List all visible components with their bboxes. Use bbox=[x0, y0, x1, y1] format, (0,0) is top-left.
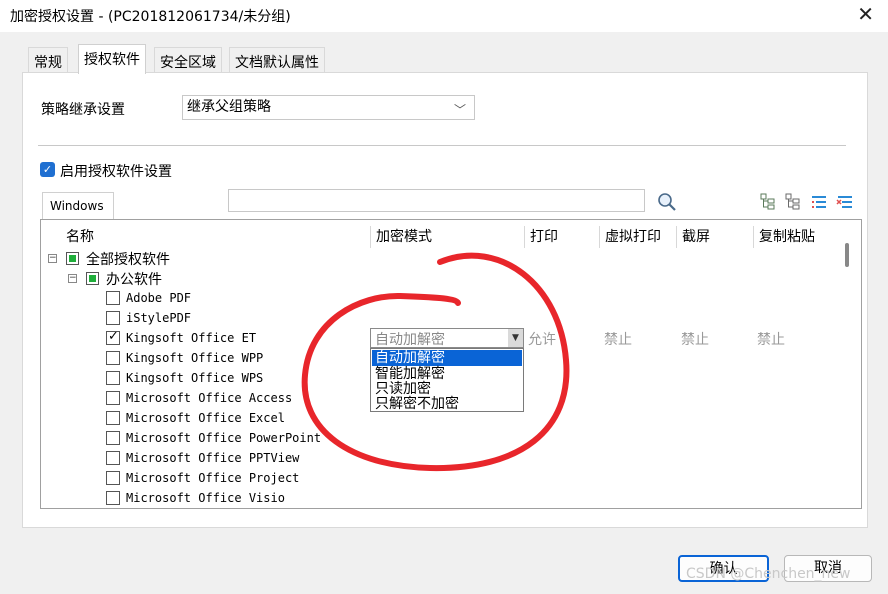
title-bar: 加密授权设置 - (PC201812061734/未分组) ✕ bbox=[0, 0, 888, 32]
app-name: Kingsoft Office WPS bbox=[126, 371, 264, 385]
app-checkbox[interactable] bbox=[106, 451, 120, 465]
collapse-all-icon[interactable] bbox=[784, 193, 802, 211]
encrypt-mode-select[interactable]: 自动加解密 ▼ bbox=[370, 328, 524, 348]
watermark: CSDN @Chenchen_new bbox=[686, 566, 851, 582]
column-encrypt-mode[interactable]: 加密模式 bbox=[370, 226, 432, 248]
virtual-print-cell[interactable]: 禁止 bbox=[604, 329, 632, 349]
app-name: Microsoft Office PowerPoint bbox=[126, 431, 322, 445]
column-virtual-print[interactable]: 虚拟打印 bbox=[599, 226, 661, 248]
app-name: Microsoft Office Project bbox=[126, 471, 300, 485]
app-name: Microsoft Office PPTView bbox=[126, 451, 300, 465]
print-cell[interactable]: 允许 bbox=[528, 329, 556, 349]
encrypt-mode-dropdown: 自动加解密 智能加解密 只读加密 只解密不加密 bbox=[370, 348, 524, 412]
app-name: Kingsoft Office WPP bbox=[126, 351, 264, 365]
tree-group-label: 办公软件 bbox=[106, 272, 162, 288]
add-item-icon[interactable] bbox=[810, 193, 828, 211]
search-input[interactable] bbox=[228, 189, 645, 212]
divider bbox=[38, 145, 846, 146]
copy-paste-cell[interactable]: 禁止 bbox=[757, 329, 785, 349]
app-checkbox[interactable] bbox=[106, 329, 120, 345]
app-checkbox[interactable] bbox=[106, 471, 120, 485]
vertical-scrollbar[interactable] bbox=[845, 243, 849, 267]
app-checkbox[interactable] bbox=[106, 431, 120, 445]
app-checkbox[interactable] bbox=[106, 351, 120, 365]
screenshot-cell[interactable]: 禁止 bbox=[681, 329, 709, 349]
app-name: Adobe PDF bbox=[126, 291, 192, 305]
group-checkbox[interactable] bbox=[86, 272, 99, 285]
encrypt-mode-value: 自动加解密 bbox=[375, 332, 445, 348]
app-checkbox[interactable] bbox=[106, 291, 120, 305]
remove-item-icon[interactable] bbox=[836, 193, 854, 211]
window-title: 加密授权设置 - (PC201812061734/未分组) bbox=[10, 9, 291, 25]
tree-root-label: 全部授权软件 bbox=[86, 252, 170, 268]
chevron-down-icon[interactable]: ▼ bbox=[508, 329, 523, 347]
app-checkbox[interactable] bbox=[106, 371, 120, 385]
policy-select-value: 继承父组策略 bbox=[187, 99, 271, 115]
column-name[interactable]: 名称 bbox=[60, 226, 94, 248]
collapse-group-icon[interactable]: − bbox=[68, 274, 77, 283]
expand-all-icon[interactable] bbox=[759, 193, 777, 211]
search-icon[interactable] bbox=[657, 192, 677, 212]
policy-label: 策略继承设置 bbox=[41, 102, 125, 118]
close-icon[interactable]: ✕ bbox=[857, 2, 874, 26]
app-checkbox[interactable] bbox=[106, 391, 120, 405]
tab-general[interactable]: 常规 bbox=[28, 47, 68, 73]
app-name: Microsoft Office Excel bbox=[126, 411, 285, 425]
app-name: Microsoft Office Visio bbox=[126, 491, 285, 505]
option-smart[interactable]: 智能加解密 bbox=[372, 366, 522, 382]
app-name: Microsoft Office Access bbox=[126, 391, 293, 405]
tab-authorized-software[interactable]: 授权软件 bbox=[78, 44, 146, 74]
app-checkbox[interactable] bbox=[106, 491, 120, 505]
collapse-root-icon[interactable]: − bbox=[48, 254, 57, 263]
option-decrypt-only[interactable]: 只解密不加密 bbox=[372, 396, 522, 412]
policy-select[interactable]: 继承父组策略 ﹀ bbox=[182, 95, 475, 120]
option-readonly[interactable]: 只读加密 bbox=[372, 381, 522, 397]
chevron-down-icon: ﹀ bbox=[453, 103, 466, 117]
root-checkbox[interactable] bbox=[66, 252, 79, 265]
app-name: iStylePDF bbox=[126, 311, 192, 325]
tab-document-defaults[interactable]: 文档默认属性 bbox=[229, 47, 325, 73]
column-copy-paste[interactable]: 复制粘贴 bbox=[753, 226, 815, 248]
enable-checkbox[interactable]: ✓ bbox=[40, 162, 55, 177]
column-screenshot[interactable]: 截屏 bbox=[676, 226, 710, 248]
app-name: Kingsoft Office ET bbox=[126, 331, 257, 345]
app-checkbox[interactable] bbox=[106, 411, 120, 425]
tab-windows[interactable]: Windows bbox=[42, 192, 114, 219]
tab-secure-area[interactable]: 安全区域 bbox=[154, 47, 222, 73]
column-print[interactable]: 打印 bbox=[524, 226, 558, 248]
app-checkbox[interactable] bbox=[106, 311, 120, 325]
option-auto[interactable]: 自动加解密 bbox=[372, 350, 522, 366]
enable-label: 启用授权软件设置 bbox=[60, 164, 172, 180]
